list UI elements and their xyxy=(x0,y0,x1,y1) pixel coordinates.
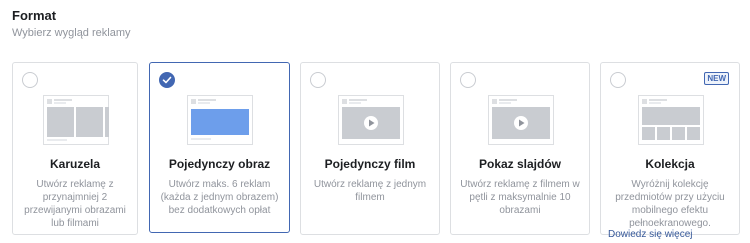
card-title: Karuzela xyxy=(49,157,101,171)
learn-more-link[interactable]: Dowiedz się więcej xyxy=(608,229,692,240)
card-description: Utwórz reklamę z filmem w pętli z maksym… xyxy=(460,179,580,216)
card-title: Pojedynczy obraz xyxy=(168,157,271,171)
radio-button[interactable] xyxy=(22,72,38,88)
card-description: Wyróżnij kolekcję przedmiotów przy użyci… xyxy=(615,179,725,229)
format-card-slideshow[interactable]: Pokaz slajdów Utwórz reklamę z filmem w … xyxy=(450,62,590,235)
format-card-single-video[interactable]: Pojedynczy film Utwórz reklamę z jednym … xyxy=(300,62,440,235)
collection-thumbnail-icon xyxy=(638,95,704,145)
radio-button-checked[interactable] xyxy=(159,72,175,88)
radio-button[interactable] xyxy=(610,72,626,88)
single-image-thumbnail-icon xyxy=(187,95,253,145)
format-options: Karuzela Utwórz reklamę z przynajmniej 2… xyxy=(12,62,740,243)
carousel-thumbnail-icon xyxy=(43,95,109,145)
format-card-collection[interactable]: NEW Kolekcja Wyróżnij kolekcję przedmiot… xyxy=(600,62,740,235)
card-description: Utwórz reklamę z przynajmniej 2 przewija… xyxy=(24,179,126,229)
checkmark-icon xyxy=(162,76,172,84)
section-subtitle: Wybierz wygląd reklamy xyxy=(12,27,131,39)
section-title: Format xyxy=(12,8,57,23)
new-badge: NEW xyxy=(704,72,729,85)
card-title: Kolekcja xyxy=(645,157,695,171)
format-card-carousel[interactable]: Karuzela Utwórz reklamę z przynajmniej 2… xyxy=(12,62,138,235)
format-section-header: Format Wybierz wygląd reklamy xyxy=(12,8,131,40)
card-description: Utwórz maks. 6 reklam (każda z jednym ob… xyxy=(160,179,279,216)
single-video-thumbnail-icon xyxy=(338,95,404,145)
slideshow-thumbnail-icon xyxy=(488,95,554,145)
format-card-single-image[interactable]: Pojedynczy obraz Utwórz maks. 6 reklam (… xyxy=(149,62,290,233)
card-description: Utwórz reklamę z jednym filmem xyxy=(313,179,427,203)
radio-button[interactable] xyxy=(310,72,326,88)
card-title: Pojedynczy film xyxy=(324,157,416,171)
radio-button[interactable] xyxy=(460,72,476,88)
card-title: Pokaz slajdów xyxy=(478,157,562,171)
